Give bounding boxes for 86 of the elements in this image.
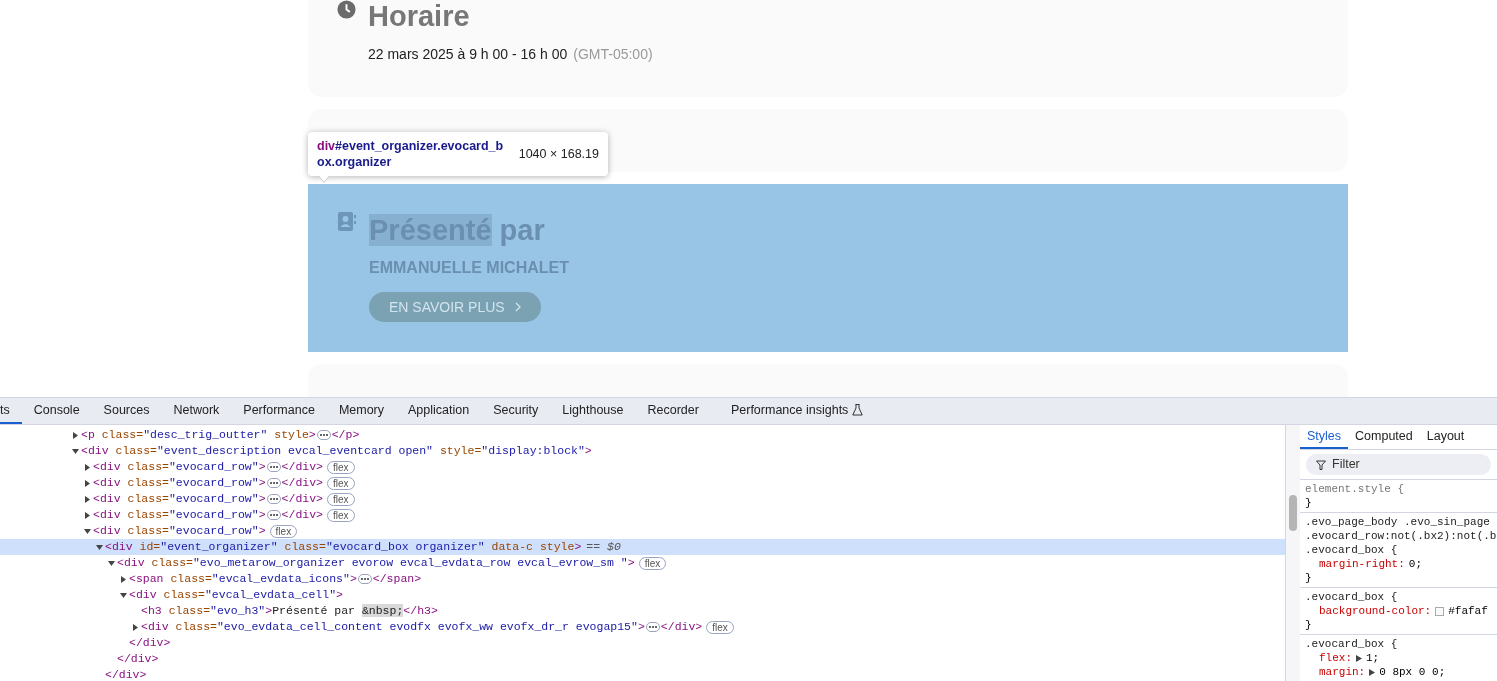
- devtools-tab[interactable]: Network: [161, 398, 232, 424]
- devtools-tab[interactable]: Memory: [326, 398, 397, 424]
- dom-node-row[interactable]: <div class="evocard_row"> </div> flex: [0, 459, 1285, 475]
- html-tag: <div class="event_description evcal_eventcard open" style="display:block">: [81, 442, 592, 460]
- expand-triangle-icon[interactable]: [1369, 668, 1376, 676]
- dom-node-row[interactable]: <p class="desc_trig_outter" style> </p>: [0, 427, 1285, 443]
- filter-field[interactable]: Filter: [1306, 454, 1491, 475]
- html-tag: <div class="evo_evdata_cell_content evodfx evofx_ww evofx_dr_r evogap15">: [141, 618, 645, 636]
- scrollbar-thumb[interactable]: [1289, 495, 1297, 531]
- css-brace: }: [1305, 496, 1313, 510]
- html-tag: <div class="evocard_row">: [93, 522, 266, 540]
- devtools-tab[interactable]: Recorder: [635, 398, 711, 424]
- css-selector: .evocard_box {: [1305, 590, 1399, 604]
- ellipsis-icon[interactable]: [645, 622, 660, 632]
- dom-node-row[interactable]: <div class="evocard_row"> </div> flex: [0, 491, 1285, 507]
- closing-tag: </div>: [281, 474, 323, 492]
- devtools-tab[interactable]: Sources: [91, 398, 162, 424]
- devtools-tab[interactable]: Console: [21, 398, 92, 424]
- ellipsis-icon[interactable]: [357, 574, 372, 584]
- dom-node-row[interactable]: <div class="evo_metarow_organizer evorow evcal_evdata_row evcal_evrow_sm "> flex: [0, 555, 1285, 571]
- styles-tab[interactable]: Computed: [1348, 425, 1420, 449]
- chevron-right-icon: [514, 302, 521, 312]
- css-declaration: margin: 0 8px 0 0;: [1318, 665, 1447, 679]
- devtools-tab[interactable]: Performance insights: [718, 398, 876, 424]
- css-selector: .evocard_box {: [1305, 543, 1399, 557]
- ellipsis-icon[interactable]: [316, 430, 331, 440]
- html-element: <h3 class="evo_h3">Présenté par &nbsp;</h3>: [141, 603, 438, 620]
- html-tag: <div class="evocard_row">: [93, 506, 266, 524]
- css-declaration: background-color: #fafaf: [1318, 604, 1489, 618]
- css-brace: }: [1305, 618, 1313, 632]
- caret-icon[interactable]: [132, 623, 139, 631]
- html-tag: <div class="evocard_row">: [93, 458, 266, 476]
- styles-tab[interactable]: Layout: [1419, 425, 1472, 449]
- dom-node-row[interactable]: <h3 class="evo_h3">Présenté par &nbsp;</h3>: [0, 603, 1285, 619]
- devtools-tab[interactable]: Lighthouse: [550, 398, 636, 424]
- styles-tab[interactable]: Styles: [1300, 425, 1349, 449]
- event-datetime: 22 mars 2025 à 9 h 00 - 16 h 00: [368, 45, 568, 64]
- dom-node-row[interactable]: <div class="evocard_row"> </div> flex: [0, 475, 1285, 491]
- dom-node-row[interactable]: <div id="event_organizer" class="evocard_box organizer" data-c style> == $0: [0, 539, 1285, 555]
- html-tag: <div id="event_organizer" class="evocard_box organizer" data-c style>: [105, 538, 582, 556]
- element-selector: div#event_organizer.evocard_box.organizer: [317, 138, 505, 170]
- css-selector: .evocard_box {: [1305, 637, 1399, 651]
- timezone-text: (GMT-05:00): [573, 45, 653, 64]
- css-declaration: flex: 1;: [1318, 651, 1381, 665]
- flask-icon: [852, 404, 864, 416]
- ellipsis-icon[interactable]: [266, 462, 281, 472]
- closing-tag: </p>: [331, 426, 360, 444]
- closing-tag: </div>: [660, 618, 703, 636]
- filter-icon: [1316, 459, 1326, 470]
- devtools-tab[interactable]: Security: [481, 398, 551, 424]
- ellipsis-icon[interactable]: [266, 510, 281, 520]
- element-size: 1040 × 168.19: [518, 145, 599, 163]
- contact-card-icon: [338, 212, 356, 231]
- closing-tag: </div>: [105, 666, 147, 681]
- css-selector: element.style {: [1305, 482, 1406, 496]
- devtools-tab[interactable]: ts: [0, 398, 22, 424]
- filter-input[interactable]: Filter: [1332, 455, 1472, 474]
- closing-tag: </div>: [281, 490, 323, 508]
- section-heading: Horaire: [368, 0, 471, 32]
- css-brace: }: [1305, 571, 1313, 585]
- html-tag: <div class="evocard_row">: [93, 474, 266, 492]
- dom-node-row[interactable]: <div class="evo_evdata_cell_content evodfx evofx_ww evofx_dr_r evogap15"> </div> flex: [0, 619, 1285, 635]
- ellipsis-icon[interactable]: [266, 478, 281, 488]
- dom-node-row[interactable]: <div class="event_description evcal_eventcard open" style="display:block">: [0, 443, 1285, 459]
- dom-node-row[interactable]: <span class="evcal_evdata_icons"> </span>: [0, 571, 1285, 587]
- html-tag: <div class="evcal_evdata_cell">: [129, 586, 343, 604]
- html-tag: <p class="desc_trig_outter" style>: [81, 426, 316, 444]
- closing-tag: </div>: [281, 458, 323, 476]
- css-selector: .evo_page_body .evo_sin_page: [1305, 515, 1491, 529]
- html-tag: <div class="evocard_row">: [93, 490, 266, 508]
- css-declaration: margin-right: 0;: [1318, 557, 1424, 571]
- color-swatch[interactable]: [1435, 606, 1445, 616]
- expand-triangle-icon[interactable]: [1356, 654, 1362, 662]
- selected-node-marker: == $0: [586, 539, 621, 556]
- html-tag: <div class="evo_metarow_organizer evorow evcal_evdata_row evcal_evrow_sm ">: [117, 554, 635, 572]
- closing-tag: </div>: [129, 634, 171, 652]
- dom-node-row[interactable]: <div class="evocard_row"> flex: [0, 523, 1285, 539]
- dom-node-row[interactable]: <div class="evocard_row"> </div> flex: [0, 507, 1285, 523]
- dom-node-row[interactable]: <div class="evcal_evdata_cell">: [0, 587, 1285, 603]
- closing-tag: </div>: [117, 650, 159, 668]
- closing-tag: </span>: [372, 570, 422, 588]
- ellipsis-icon[interactable]: [266, 494, 281, 504]
- closing-tag: </div>: [281, 506, 323, 524]
- devtools-tab[interactable]: Performance: [231, 398, 327, 424]
- devtools-tab[interactable]: Application: [396, 398, 482, 424]
- html-tag: <span class="evcal_evdata_icons">: [129, 570, 357, 588]
